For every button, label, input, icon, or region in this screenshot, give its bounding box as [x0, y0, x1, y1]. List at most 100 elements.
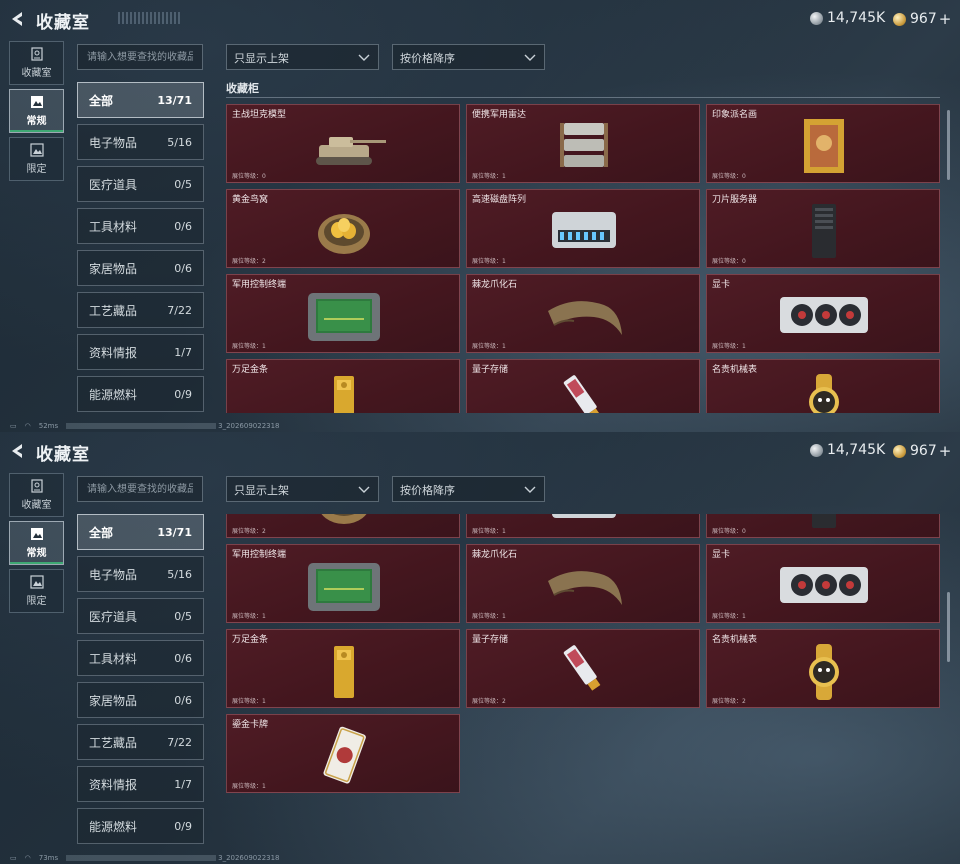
- item-card[interactable]: 名贵机械表展位等级：2: [706, 629, 940, 708]
- category-label: 电子物品: [89, 135, 138, 150]
- category-medical[interactable]: 医疗道具 0/5: [77, 598, 204, 634]
- collection-screen-top: 收藏室 14,745K 967 + 收藏室 常规 限定 只显示上架 按价格降: [0, 0, 960, 432]
- shelf-filter-value: 只显示上架: [234, 484, 289, 497]
- item-card[interactable]: 量子存储展位等级：2: [466, 359, 700, 413]
- sort-dropdown[interactable]: 按价格降序: [392, 476, 545, 502]
- category-intel[interactable]: 资料情报 1/7: [77, 766, 204, 802]
- nav-item-regular[interactable]: 常规: [9, 521, 64, 565]
- item-name: 主战坦克模型: [232, 110, 287, 120]
- shelf-filter-dropdown[interactable]: 只显示上架: [226, 44, 379, 70]
- item-card[interactable]: 万足金条展位等级：1: [226, 629, 460, 708]
- item-card[interactable]: 便携军用雷达 展位等级：1: [466, 104, 700, 183]
- sort-dropdown[interactable]: 按价格降序: [392, 44, 545, 70]
- gold-bar-icon: [334, 646, 354, 698]
- category-tools[interactable]: 工具材料 0/6: [77, 640, 204, 676]
- gold-currency[interactable]: 967 +: [893, 10, 951, 28]
- back-arrow-icon[interactable]: [8, 441, 28, 461]
- nav-item-limited[interactable]: 限定: [9, 137, 64, 181]
- item-card[interactable]: 万足金条展位等级：1: [226, 359, 460, 413]
- category-label: 医疗道具: [89, 609, 138, 624]
- nav-item-vault[interactable]: 收藏室: [9, 473, 64, 517]
- silver-coin-icon: [810, 443, 823, 457]
- level-value: 2: [262, 258, 266, 265]
- category-count: 0/9: [174, 819, 192, 833]
- level-value: 0: [262, 173, 266, 180]
- item-card[interactable]: 黄金鸟窝展位等级：2: [226, 514, 460, 538]
- item-grid-viewport[interactable]: 黄金鸟窝展位等级：2高速磁盘阵列展位等级：1刀片服务器展位等级：0 军用控制终端展…: [226, 514, 946, 849]
- item-card[interactable]: 刀片服务器展位等级：0: [706, 189, 940, 268]
- blade-server-icon: [812, 514, 836, 528]
- category-label: 家居物品: [89, 693, 138, 708]
- category-all[interactable]: 全部 13/71: [77, 514, 204, 550]
- category-count: 5/16: [167, 135, 192, 149]
- back-arrow-icon[interactable]: [8, 9, 28, 29]
- nav-item-regular[interactable]: 常规: [9, 89, 64, 133]
- shelf-filter-dropdown[interactable]: 只显示上架: [226, 476, 379, 502]
- vault-icon: [30, 479, 43, 493]
- add-gold-icon[interactable]: +: [939, 442, 952, 460]
- chevron-down-icon: [358, 486, 370, 493]
- ping-text: 73ms: [38, 854, 59, 862]
- item-name: 棘龙爪化石: [472, 280, 518, 290]
- category-energy[interactable]: 能源燃料 0/9: [77, 376, 204, 412]
- category-energy[interactable]: 能源燃料 0/9: [77, 808, 204, 844]
- category-count: 13/71: [157, 525, 192, 539]
- item-card[interactable]: 印象派名画 展位等级：0: [706, 104, 940, 183]
- category-label: 家居物品: [89, 261, 138, 276]
- item-grid-viewport[interactable]: 主战坦克模型 展位等级：0 便携军用雷达 展位等级：1 印象派名画 展位等级：0 黄金鸟窝展…: [226, 104, 946, 413]
- item-card[interactable]: 军用控制终端 展位等级：1: [226, 274, 460, 353]
- item-card[interactable]: 刀片服务器展位等级：0: [706, 514, 940, 538]
- item-card[interactable]: 显卡 展位等级：1: [706, 274, 940, 353]
- category-household[interactable]: 家居物品 0/6: [77, 682, 204, 718]
- level-value: 1: [262, 613, 266, 620]
- chevron-down-icon: [524, 486, 536, 493]
- masked-id: [66, 855, 217, 861]
- tank-model-icon: [316, 137, 386, 165]
- nav-item-vault[interactable]: 收藏室: [9, 41, 64, 85]
- category-medical[interactable]: 医疗道具 0/5: [77, 166, 204, 202]
- chevron-down-icon: [524, 54, 536, 61]
- item-name: 量子存储: [472, 635, 509, 645]
- category-electronics[interactable]: 电子物品 5/16: [77, 124, 204, 160]
- category-electronics[interactable]: 电子物品 5/16: [77, 556, 204, 592]
- item-card[interactable]: 黄金鸟窝展位等级：2: [226, 189, 460, 268]
- category-tools[interactable]: 工具材料 0/6: [77, 208, 204, 244]
- item-card[interactable]: 军用控制终端 展位等级：1: [226, 544, 460, 623]
- category-crafts[interactable]: 工艺藏品 7/22: [77, 292, 204, 328]
- left-nav: 收藏室 常规 限定: [9, 41, 64, 185]
- item-card[interactable]: 棘龙爪化石 展位等级：1: [466, 544, 700, 623]
- item-card[interactable]: 鎏金卡牌 展位等级：1: [226, 714, 460, 793]
- nav-item-limited[interactable]: 限定: [9, 569, 64, 613]
- graphics-card-icon: [780, 567, 868, 603]
- silver-coin-icon: [810, 11, 823, 25]
- search-input[interactable]: [77, 476, 203, 502]
- item-card[interactable]: 高速磁盘阵列展位等级：1: [466, 514, 700, 538]
- scrollbar[interactable]: [947, 592, 950, 662]
- category-household[interactable]: 家居物品 0/6: [77, 250, 204, 286]
- gold-currency[interactable]: 967 +: [893, 442, 951, 460]
- radar-icon: [560, 123, 608, 167]
- search-input[interactable]: [77, 44, 203, 70]
- category-all[interactable]: 全部 13/71: [77, 82, 204, 118]
- category-intel[interactable]: 资料情报 1/7: [77, 334, 204, 370]
- sort-value: 按价格降序: [400, 484, 455, 497]
- level-prefix: 展位等级：: [232, 258, 263, 265]
- gold-coin-icon: [893, 12, 906, 26]
- level-prefix: 展位等级：: [232, 343, 263, 350]
- claw-fossil-icon: [548, 571, 622, 605]
- item-card[interactable]: 主战坦克模型 展位等级：0: [226, 104, 460, 183]
- category-crafts[interactable]: 工艺藏品 7/22: [77, 724, 204, 760]
- silver-amount: 14,745K: [827, 10, 886, 26]
- item-card[interactable]: 名贵机械表展位等级：2: [706, 359, 940, 413]
- item-card[interactable]: 量子存储展位等级：2: [466, 629, 700, 708]
- battery-icon: ▭: [10, 854, 17, 862]
- add-gold-icon[interactable]: +: [939, 10, 952, 28]
- item-grid: 黄金鸟窝展位等级：2高速磁盘阵列展位等级：1刀片服务器展位等级：0 军用控制终端展…: [226, 514, 942, 793]
- scrollbar[interactable]: [947, 110, 950, 180]
- item-card[interactable]: 显卡 展位等级：1: [706, 544, 940, 623]
- item-card[interactable]: 棘龙爪化石 展位等级：1: [466, 274, 700, 353]
- item-card[interactable]: 高速磁盘阵列展位等级：1: [466, 189, 700, 268]
- item-display-level: 展位等级：2: [712, 696, 746, 705]
- level-prefix: 展位等级：: [232, 173, 263, 180]
- nav-item-label: 限定: [26, 596, 47, 607]
